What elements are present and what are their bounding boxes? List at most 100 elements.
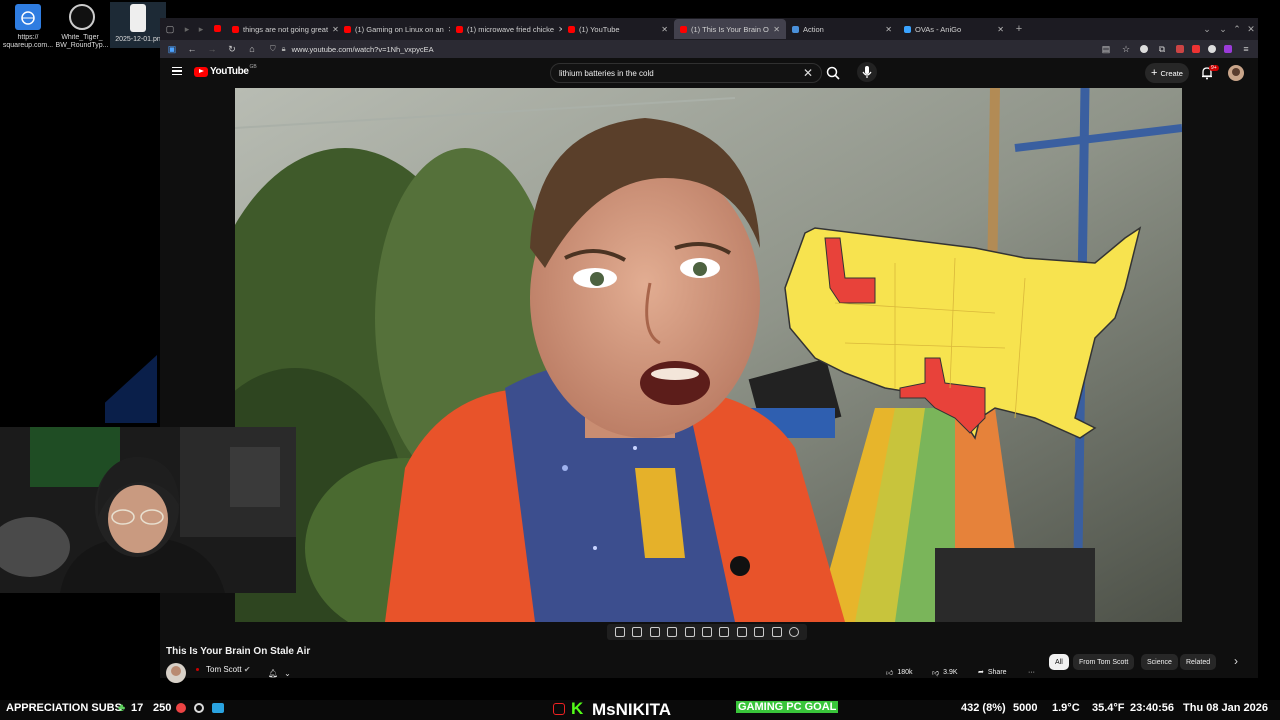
youtube-favicon-icon bbox=[232, 25, 239, 33]
tab-2[interactable]: (1) Gaming on Linux on an ✕ bbox=[338, 19, 450, 39]
reload-icon[interactable]: ↻ bbox=[226, 44, 238, 55]
desktop-icon-image[interactable]: White_Tiger_ BW_RoundTyp... bbox=[54, 4, 110, 50]
desktop-icon-png[interactable]: 2025-12-01.pn bbox=[110, 2, 166, 48]
speed-icon[interactable] bbox=[719, 627, 730, 637]
tab-6[interactable]: Action ✕ bbox=[786, 19, 898, 39]
tab-4[interactable]: (1) YouTube ✕ bbox=[562, 19, 674, 39]
close-icon[interactable]: ✕ bbox=[554, 25, 562, 34]
video-player[interactable] bbox=[235, 88, 1182, 622]
settings-gear-icon[interactable] bbox=[789, 627, 800, 637]
tab-5[interactable]: (1) This Is Your Brain O ✕ bbox=[674, 19, 786, 39]
forward-icon[interactable]: → bbox=[206, 44, 218, 54]
search-icon bbox=[826, 66, 840, 80]
url-bar[interactable]: ⛉ 🔒︎ www.youtube.com/watch?v=1Nh_vxpycEA bbox=[266, 42, 1092, 56]
search-button[interactable] bbox=[824, 63, 842, 83]
telegram-taskbar-icon[interactable] bbox=[212, 703, 224, 713]
loop-icon[interactable] bbox=[614, 627, 625, 637]
tab-3[interactable]: (1) microwave fried chicke ✕ bbox=[450, 19, 562, 39]
desktop-wallpaper-shape bbox=[105, 355, 157, 423]
browser-window: ▢ ▸ ▸ things are not going great ✕ (1) G… bbox=[160, 18, 1258, 683]
navigation-bar: ▣ ← → ↻ ⌂ ⛉ 🔒︎ www.youtube.com/watch?v=1… bbox=[160, 40, 1258, 58]
bell-icon: 🔔︎ bbox=[268, 668, 279, 678]
dislike-button[interactable]: 👎︎ 3.9K bbox=[928, 664, 962, 680]
extension-icon[interactable] bbox=[1176, 45, 1184, 53]
country-code: GB bbox=[249, 63, 257, 70]
create-button[interactable]: + Create bbox=[1145, 63, 1189, 83]
theater-icon[interactable] bbox=[701, 627, 712, 637]
extensions-puzzle-icon[interactable]: ⧉ bbox=[1156, 44, 1168, 55]
extension-icon[interactable] bbox=[1140, 45, 1148, 53]
pinned-tab-icon[interactable] bbox=[208, 24, 226, 34]
tab-overview-icon[interactable]: ▢ bbox=[160, 24, 180, 35]
list-tabs-icon[interactable]: ⌄ bbox=[1198, 24, 1216, 35]
lock-icon[interactable]: 🔒︎ bbox=[282, 44, 286, 54]
appreciation-subs-label: APPRECIATION SUBS bbox=[6, 702, 122, 714]
back-icon[interactable]: ← bbox=[186, 44, 198, 54]
extension-icon[interactable] bbox=[1224, 45, 1232, 53]
subscription-bell-button[interactable]: 🔔︎ ⌄ bbox=[268, 666, 298, 680]
desktop: https:// squareup.com... White_Tiger_ BW… bbox=[0, 0, 1280, 720]
channel-avatar[interactable] bbox=[166, 663, 186, 683]
extension-icon[interactable] bbox=[1192, 45, 1200, 53]
share-button[interactable]: ➦ Share bbox=[974, 664, 1011, 680]
new-tab-icon[interactable]: + bbox=[1010, 23, 1028, 35]
close-icon[interactable]: ✕ bbox=[881, 25, 892, 34]
home-icon[interactable]: ⌂ bbox=[246, 44, 258, 54]
account-avatar[interactable] bbox=[1228, 65, 1244, 81]
desktop-icon-web-link[interactable]: https:// squareup.com... bbox=[0, 4, 56, 50]
close-icon[interactable]: ✕ bbox=[769, 25, 780, 34]
chapters-icon[interactable] bbox=[667, 627, 678, 637]
desktop-icon-label: White_Tiger_ bbox=[61, 34, 103, 41]
temperature-c: 1.9°C bbox=[1052, 702, 1080, 714]
audio-icon[interactable] bbox=[632, 627, 643, 637]
chip-related[interactable]: Related bbox=[1180, 654, 1217, 670]
chevron-right-icon[interactable]: › bbox=[1234, 654, 1238, 668]
voice-search-button[interactable] bbox=[857, 62, 877, 82]
tab-label: Action bbox=[803, 24, 824, 34]
clear-search-icon[interactable]: ✕ bbox=[803, 66, 813, 80]
menu-icon[interactable]: ≡ bbox=[1240, 44, 1252, 54]
tab-1[interactable]: things are not going great ✕ bbox=[226, 19, 338, 39]
chip-science[interactable]: Science bbox=[1141, 654, 1178, 670]
close-icon[interactable]: ✕ bbox=[657, 25, 668, 34]
clip-icon[interactable] bbox=[736, 627, 747, 637]
youtube-logo[interactable]: YouTube GB bbox=[194, 63, 257, 77]
screenshot-icon[interactable] bbox=[754, 627, 765, 637]
sidebar-toggle-icon[interactable]: ▣ bbox=[166, 44, 178, 55]
extension-icon[interactable] bbox=[1208, 45, 1216, 53]
like-button[interactable]: 👍︎ 180k bbox=[882, 664, 917, 680]
minimize-icon[interactable]: ⌄ bbox=[1216, 24, 1230, 35]
close-icon[interactable]: ✕ bbox=[328, 25, 338, 34]
chevron-down-icon: ⌄ bbox=[284, 668, 291, 678]
browser-taskbar-icon[interactable] bbox=[176, 703, 186, 713]
subtitles-icon[interactable] bbox=[649, 627, 660, 637]
tab-scroll-icon[interactable]: ▸ bbox=[194, 24, 208, 35]
chip-from-channel[interactable]: From Tom Scott bbox=[1073, 654, 1135, 670]
obs-taskbar-icon[interactable] bbox=[194, 703, 204, 713]
png-file-icon bbox=[130, 4, 146, 32]
tab-7[interactable]: OVAs - AniGo ✕ bbox=[898, 19, 1010, 39]
reader-view-icon[interactable]: ▤ bbox=[1100, 44, 1112, 55]
miniplayer-icon[interactable] bbox=[684, 627, 695, 637]
bookmark-star-icon[interactable]: ☆ bbox=[1120, 44, 1132, 55]
guide-menu-icon[interactable] bbox=[172, 67, 182, 75]
search-query: lithium batteries in the cold bbox=[559, 69, 654, 78]
youtube-favicon-icon bbox=[456, 25, 463, 33]
more-actions-button[interactable]: ··· bbox=[1024, 664, 1039, 680]
close-icon[interactable]: ✕ bbox=[993, 25, 1004, 34]
search-input[interactable]: lithium batteries in the cold ✕ bbox=[550, 63, 822, 83]
maximize-icon[interactable]: ⌃ bbox=[1230, 24, 1244, 35]
keyboard-icon[interactable] bbox=[771, 627, 782, 637]
channel-name[interactable]: Tom Scott ✔ bbox=[206, 665, 251, 674]
shield-icon[interactable]: ⛉ bbox=[270, 44, 276, 54]
tab-scroll-icon[interactable]: ▸ bbox=[180, 24, 194, 35]
share-icon: ➦ bbox=[978, 669, 984, 676]
create-label: Create bbox=[1160, 68, 1183, 78]
kick-logo-icon: K bbox=[571, 699, 584, 718]
youtube-taskbar-icon[interactable] bbox=[553, 703, 565, 715]
web-link-icon bbox=[15, 4, 41, 30]
close-window-icon[interactable]: ✕ bbox=[1244, 24, 1258, 35]
webcam-feed bbox=[0, 427, 296, 593]
chip-all[interactable]: All bbox=[1049, 654, 1069, 670]
url-text: www.youtube.com/watch?v=1Nh_vxpycEA bbox=[291, 44, 434, 54]
